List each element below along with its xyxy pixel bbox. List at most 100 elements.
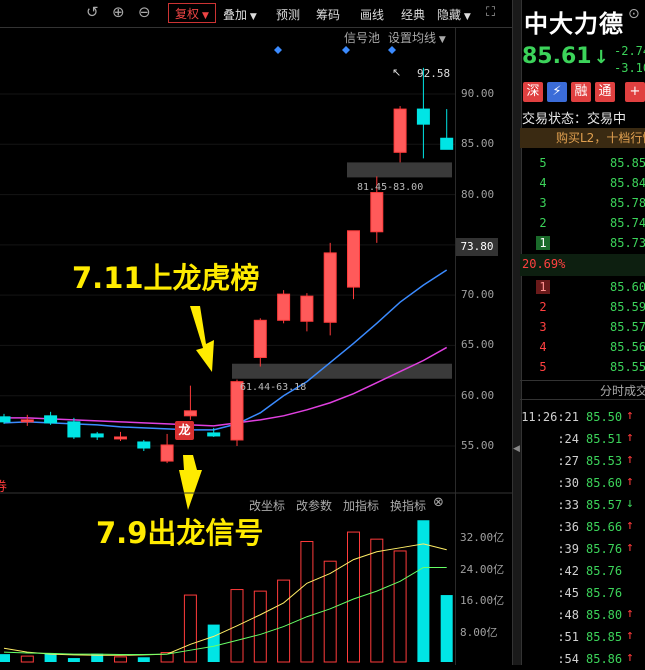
tick-time: :48 [557, 608, 579, 622]
candle-body [207, 432, 221, 437]
tick-price: 85.85 [586, 630, 623, 644]
tick-row: 11:26:21 85.50 ↑ [520, 406, 645, 428]
add-indicator-button[interactable]: 加指标 [343, 497, 379, 514]
up-arrow-icon: ↑ [626, 430, 634, 445]
volume-tick-label: 24.00亿 [460, 562, 505, 576]
level-label: 3 [539, 196, 547, 210]
candle-body [20, 419, 34, 423]
bid-row[interactable]: 2 85.59 [520, 297, 645, 317]
tick-price: 85.60 [586, 476, 623, 490]
chevron-down-icon: ▼ [436, 35, 446, 45]
zone-lower-label: 61.44-63.18 [240, 382, 307, 393]
price-value: 85.59 [610, 300, 645, 314]
tick-trades-header[interactable]: 分时成交 [520, 380, 645, 400]
level-label: 5 [539, 156, 547, 170]
candle-body [160, 444, 174, 462]
bid-row[interactable]: 5 85.55 [520, 357, 645, 377]
price-value: 85.56 [610, 340, 645, 354]
up-arrow-icon: ↑ [626, 408, 634, 423]
volume-bar [207, 624, 220, 662]
candle-body [300, 295, 314, 322]
tick-row: :33 85.57 ↓ [520, 494, 645, 516]
level-label: 2 [539, 300, 547, 314]
volume-bar [183, 594, 197, 663]
tick-price: 85.76 [586, 564, 623, 578]
price-tick-label: 85.00 [461, 137, 495, 151]
more-icon[interactable]: ⊙ [628, 6, 640, 22]
high-arrow-icon: ↖ [392, 66, 402, 79]
volume-bar [417, 520, 430, 662]
ask-row[interactable]: 3 85.78 [520, 193, 645, 213]
tick-price: 85.51 [586, 432, 623, 446]
price-tick-label: 70.00 [461, 288, 495, 302]
candle-body [44, 415, 58, 424]
lightning-icon[interactable]: ⚡ [547, 82, 567, 102]
volume-bar [137, 657, 150, 662]
ask-row[interactable]: 4 85.84 [520, 173, 645, 193]
volume-tick-label: 16.00亿 [460, 594, 505, 607]
signal-diamond-icon [342, 46, 350, 54]
trade-status-label: 交易状态： [522, 112, 588, 127]
tick-time: :51 [557, 630, 579, 644]
tick-row: :30 85.60 ↑ [520, 472, 645, 494]
tick-price: 85.57 [586, 498, 623, 512]
tick-time: :39 [557, 542, 579, 556]
zone-upper-label: 81.45-83.00 [357, 182, 424, 193]
candle-body [137, 441, 151, 449]
signal-pool-label[interactable]: 信号池 [344, 29, 380, 46]
candlestick-chart[interactable] [0, 0, 512, 665]
signal-diamond-icon [388, 46, 396, 54]
price-tick-label: 65.00 [461, 338, 495, 352]
ask-row[interactable]: 2 85.74 [520, 213, 645, 233]
badge-tong[interactable]: 通 [595, 82, 615, 102]
up-arrow-icon: ↑ [626, 650, 634, 665]
bid-row[interactable]: 4 85.56 [520, 337, 645, 357]
tick-price: 85.80 [586, 608, 623, 622]
up-arrow-icon: ↑ [626, 518, 634, 533]
switch-indicator-button[interactable]: 换指标 [390, 497, 426, 514]
collapse-arrow-icon[interactable]: ◀ [513, 444, 520, 454]
close-indicator-icon[interactable]: ⊗ [433, 495, 444, 510]
candle-body [90, 433, 104, 438]
change-params-button[interactable]: 改参数 [296, 497, 332, 514]
change-axis-button[interactable]: 改坐标 [249, 497, 285, 514]
current-price-marker: 73.80 [456, 238, 498, 256]
price-change: -2.74 [614, 44, 645, 58]
stock-price-value: 85.61 [522, 44, 592, 69]
dragon-signal-badge[interactable]: 龙 [175, 421, 194, 440]
tick-price: 85.76 [586, 542, 623, 556]
tick-time: :45 [557, 586, 579, 600]
badge-rong[interactable]: 融 [571, 82, 591, 102]
tick-row: :24 85.51 ↑ [520, 428, 645, 450]
add-icon[interactable]: + [625, 82, 645, 102]
tick-time: 11:26:21 [521, 410, 579, 424]
candle-body [67, 421, 81, 438]
candle-body [393, 108, 407, 153]
left-edge-label: 券 [0, 480, 8, 495]
bid-row[interactable]: 1 85.60 [520, 277, 645, 297]
up-arrow-icon: ↑ [626, 474, 634, 489]
tick-time: :27 [557, 454, 579, 468]
set-ma-button[interactable]: 设置均线 ▼ [388, 29, 446, 46]
tick-row: :45 85.76 [520, 582, 645, 604]
candle-body [277, 293, 291, 321]
ma-slow-line [4, 346, 448, 427]
level-label: 4 [539, 176, 547, 190]
volume-bar [393, 550, 407, 663]
tick-row: :36 85.66 ↑ [520, 516, 645, 538]
price-zone-upper [347, 162, 452, 178]
tick-row: :48 85.80 ↑ [520, 604, 645, 626]
level-label: 5 [539, 360, 547, 374]
candle-body [0, 416, 11, 423]
up-arrow-icon: ↑ [626, 628, 634, 643]
bid-row[interactable]: 3 85.57 [520, 317, 645, 337]
volume-bar [440, 595, 453, 662]
candle-body [347, 230, 360, 288]
volume-ma1-line [3, 543, 447, 656]
candle-body [323, 252, 337, 323]
buy-l2-banner[interactable]: 购买L2，十档行情 [520, 128, 645, 148]
ask-row[interactable]: 1 85.73 [520, 233, 645, 253]
ask-row[interactable]: 5 85.85 [520, 153, 645, 173]
volume-bar [253, 590, 267, 663]
badge-shen[interactable]: 深 [523, 82, 543, 102]
